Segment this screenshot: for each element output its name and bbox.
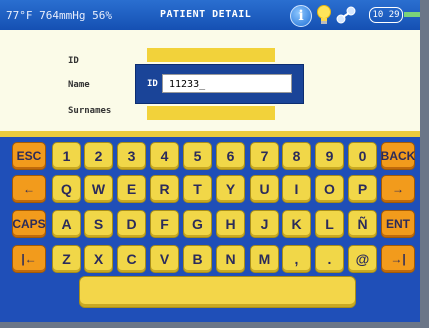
key-6[interactable]: 6: [216, 142, 245, 170]
entry-input[interactable]: 11233_: [162, 74, 292, 93]
key-d[interactable]: D: [117, 210, 146, 238]
surnames-label: Surnames: [68, 106, 112, 116]
end-key[interactable]: →|: [381, 245, 415, 273]
key-n[interactable]: N: [216, 245, 245, 273]
key-7[interactable]: 7: [250, 142, 279, 170]
cursor-left-key[interactable]: ←: [12, 175, 46, 203]
key-period[interactable]: .: [315, 245, 344, 273]
key-3[interactable]: 3: [117, 142, 146, 170]
entry-label: ID: [147, 79, 158, 89]
key-i[interactable]: I: [282, 175, 311, 203]
key-r[interactable]: R: [150, 175, 179, 203]
key-4[interactable]: 4: [150, 142, 179, 170]
key-9[interactable]: 9: [315, 142, 344, 170]
key-1[interactable]: 1: [52, 142, 81, 170]
key-at[interactable]: @: [348, 245, 377, 273]
key-e[interactable]: E: [117, 175, 146, 203]
key-0[interactable]: 0: [348, 142, 377, 170]
key-m[interactable]: M: [250, 245, 279, 273]
network-icon[interactable]: [336, 5, 356, 25]
caps-key[interactable]: CAPS: [12, 210, 46, 238]
home-key[interactable]: |←: [12, 245, 46, 273]
esc-key[interactable]: ESC: [12, 142, 46, 170]
battery-indicator: [404, 12, 420, 17]
backspace-key[interactable]: BACK: [381, 142, 415, 170]
key-o[interactable]: O: [315, 175, 344, 203]
name-label: Name: [68, 80, 90, 90]
page-title: PATIENT DETAIL: [160, 9, 252, 20]
environment-readout: 77°F 764mmHg 56%: [6, 9, 112, 22]
cursor-right-key[interactable]: →: [381, 175, 415, 203]
key-x[interactable]: X: [84, 245, 113, 273]
key-z[interactable]: Z: [52, 245, 81, 273]
clock-display: 10 29: [369, 7, 403, 23]
keyboard-top-edge: [0, 131, 420, 137]
id-field[interactable]: [147, 48, 275, 62]
key-y[interactable]: Y: [216, 175, 245, 203]
key-p[interactable]: P: [348, 175, 377, 203]
key-a[interactable]: A: [52, 210, 81, 238]
bulb-icon[interactable]: [316, 5, 332, 25]
space-key[interactable]: [79, 276, 356, 308]
key-ñ[interactable]: Ñ: [348, 210, 377, 238]
key-f[interactable]: F: [150, 210, 179, 238]
key-8[interactable]: 8: [282, 142, 311, 170]
info-icon[interactable]: i: [290, 5, 312, 27]
key-g[interactable]: G: [183, 210, 212, 238]
enter-key[interactable]: ENT: [381, 210, 415, 238]
key-h[interactable]: H: [216, 210, 245, 238]
key-b[interactable]: B: [183, 245, 212, 273]
key-s[interactable]: S: [84, 210, 113, 238]
key-5[interactable]: 5: [183, 142, 212, 170]
key-w[interactable]: W: [84, 175, 113, 203]
key-u[interactable]: U: [250, 175, 279, 203]
on-screen-keyboard: ESC 1 2 3 4 5 6 7 8 9 0 BACK ← Q W E R T Y U I O P → CAPS A S D F G H J…: [0, 131, 420, 322]
surnames-field[interactable]: [147, 106, 275, 120]
status-bar: 77°F 764mmHg 56% PATIENT DETAIL i 10 29: [0, 0, 420, 30]
key-q[interactable]: Q: [52, 175, 81, 203]
key-j[interactable]: J: [250, 210, 279, 238]
key-comma[interactable]: ,: [282, 245, 311, 273]
key-t[interactable]: T: [183, 175, 212, 203]
entry-popup: ID 11233_: [135, 64, 304, 104]
key-l[interactable]: L: [315, 210, 344, 238]
key-c[interactable]: C: [117, 245, 146, 273]
id-label: ID: [68, 56, 79, 66]
key-v[interactable]: V: [150, 245, 179, 273]
device-screen: 77°F 764mmHg 56% PATIENT DETAIL i 10 29 …: [0, 0, 420, 322]
key-k[interactable]: K: [282, 210, 311, 238]
key-2[interactable]: 2: [84, 142, 113, 170]
